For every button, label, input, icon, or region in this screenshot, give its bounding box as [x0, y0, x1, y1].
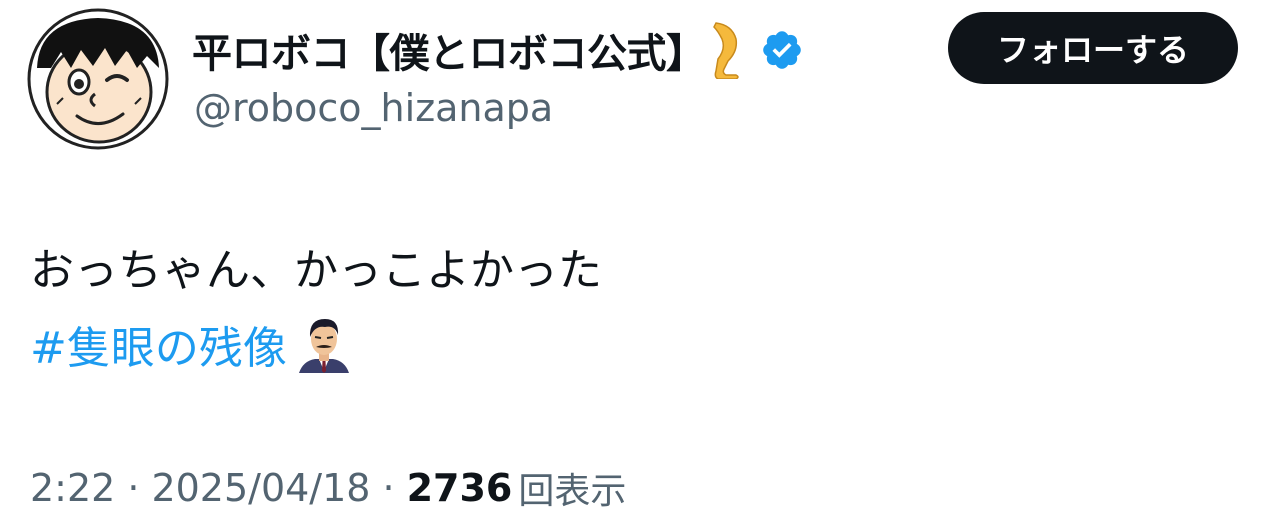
meta-separator: · — [382, 466, 395, 510]
tweet-time[interactable]: 2:22 — [30, 466, 115, 510]
views-label: 回表示 — [518, 471, 627, 512]
leg-icon — [710, 21, 744, 79]
tweet-meta: 2:22 · 2025/04/18 · 2736 回表示 — [30, 460, 626, 516]
views-count: 2736 — [406, 466, 513, 510]
avatar[interactable] — [27, 8, 169, 150]
hashtag-row: #隻眼の残像 — [30, 312, 353, 376]
display-name[interactable]: 平ロボコ【僕とロボコ公式】 — [192, 21, 706, 79]
tweet-text: おっちゃん、かっこよかった — [30, 245, 602, 296]
detective-mouri-hashflag-icon — [295, 315, 353, 373]
tweet-date[interactable]: 2025/04/18 — [151, 466, 370, 510]
hashtag-link[interactable]: #隻眼の残像 — [30, 312, 287, 376]
follow-button[interactable]: フォローする — [948, 12, 1238, 84]
user-name-row: 平ロボコ【僕とロボコ公式】 — [192, 18, 804, 82]
user-handle[interactable]: @roboco_hizanapa — [194, 86, 553, 130]
roboco-avatar-image — [27, 8, 169, 150]
verified-badge-icon[interactable] — [760, 28, 804, 72]
meta-separator: · — [127, 466, 140, 510]
